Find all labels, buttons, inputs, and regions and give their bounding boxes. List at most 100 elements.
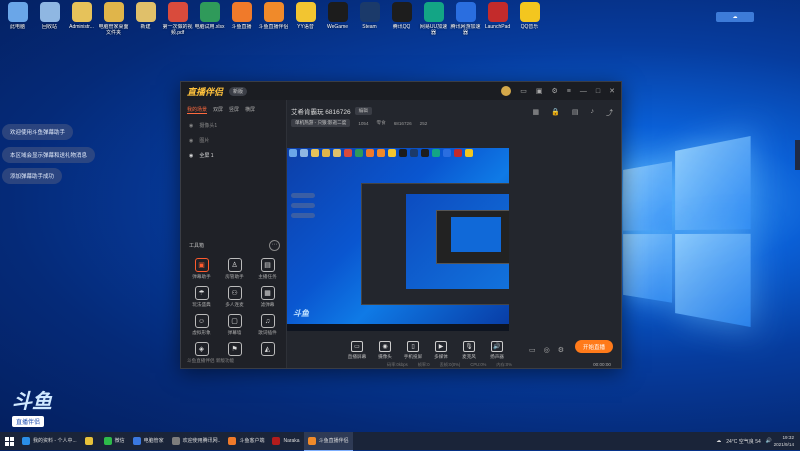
tool-item[interactable]: ☺ 虚拟形象	[185, 314, 218, 336]
settings-icon[interactable]: ⚙	[552, 87, 558, 95]
desktop-icon[interactable]: 电脑试用.xlsx	[194, 2, 225, 36]
desktop-icon[interactable]: 新建	[130, 2, 161, 36]
more-tools-icon[interactable]: ⋯	[269, 240, 280, 251]
minimize-icon[interactable]: —	[580, 88, 587, 95]
scene-tab[interactable]: 双屏	[213, 106, 223, 114]
control-button[interactable]: 🔊 扬声器	[483, 340, 511, 360]
source-item[interactable]: ◉ 摄像头1	[181, 118, 286, 133]
desktop-icon[interactable]: 回收站	[34, 2, 65, 36]
taskbar-item[interactable]	[81, 432, 100, 450]
chat-icon[interactable]: ▭	[520, 87, 527, 95]
control-button[interactable]: ▶ 多媒体	[427, 340, 455, 360]
clock[interactable]: 19:32 2021/9/14	[774, 434, 794, 448]
desktop-icon[interactable]: Administr...	[66, 2, 97, 36]
taskbar-item[interactable]: 斗鱼直播伴侣	[303, 431, 353, 451]
scene-tab[interactable]: 我的场景	[187, 106, 208, 114]
gift-icon[interactable]: ▣	[536, 87, 543, 95]
preview-bubble	[291, 193, 315, 198]
source-item[interactable]: ◉ 图片	[181, 133, 286, 148]
control-icon: 🎙	[463, 340, 475, 352]
tool-label: 弹幕墙	[227, 330, 242, 335]
source-item[interactable]: ◉ 全屏 1	[181, 148, 286, 163]
taskbar-item[interactable]: 我的资料 - 个人中...	[18, 432, 81, 450]
desktop-icon[interactable]: 此电脑	[2, 2, 33, 36]
gear-icon[interactable]: ⚙	[558, 346, 564, 354]
control-button[interactable]: ▯ 手机投屏	[399, 340, 427, 360]
nested-preview-window	[361, 183, 509, 305]
taskbar-item[interactable]: 欢迎使用腾讯网..	[168, 432, 225, 450]
share-icon[interactable]: ⤴	[606, 108, 613, 118]
tool-item[interactable]: ◈	[185, 342, 218, 358]
preview-desktop-icon	[333, 149, 341, 157]
maximize-icon[interactable]: □	[596, 88, 600, 95]
desktop-icon[interactable]: 第一次做的视频.pdf	[162, 2, 193, 36]
grid-icon[interactable]: ▦	[533, 108, 540, 118]
room-category[interactable]: 单机热游 - 只狼:影逝二度	[291, 119, 351, 127]
app-icon	[519, 2, 540, 22]
tool-item[interactable]: ♫ 歌词插件	[251, 314, 284, 336]
start-live-button[interactable]: 开始直播	[575, 340, 613, 353]
visibility-icon[interactable]: ◉	[189, 123, 193, 129]
tool-item[interactable]: ☂ 玩法盛典	[185, 286, 218, 308]
tool-item[interactable]: ▦ 滤弹幕	[251, 286, 284, 308]
desktop-icon[interactable]: 斗鱼直播伴侣	[258, 2, 289, 36]
desktop-icon[interactable]: WeGame	[322, 2, 353, 36]
tool-item[interactable]: ▢ 弹幕墙	[218, 314, 251, 336]
tool-item[interactable]: ◭	[251, 342, 284, 358]
taskbar-item[interactable]: 斗鱼客户端	[224, 432, 268, 450]
eye-icon[interactable]: ◎	[544, 346, 550, 354]
taskbar-item[interactable]: 电脑管家	[129, 432, 168, 450]
tool-item[interactable]: ⚑	[218, 342, 251, 358]
start-button[interactable]	[0, 432, 18, 450]
scene-tab[interactable]: 横屏	[245, 106, 255, 114]
tool-item[interactable]: ⚇ 多人连麦	[218, 286, 251, 308]
desktop-icon[interactable]: 电脑管家桌面文件夹	[98, 2, 129, 36]
taskbar-app-icon	[228, 436, 237, 445]
preview-bubble	[291, 213, 315, 218]
side-collapse-tab[interactable]	[795, 140, 800, 170]
tool-item[interactable]: ▤ 主播任务	[251, 258, 284, 280]
visibility-icon[interactable]: ◉	[189, 138, 193, 144]
close-icon[interactable]: ✕	[609, 87, 615, 95]
weather-icon[interactable]: ☁	[716, 438, 721, 444]
douyu-logo-tag: 直播伴侣	[12, 416, 45, 427]
visibility-icon[interactable]: ◉	[189, 153, 193, 159]
control-button[interactable]: ▭ 直播屏幕	[343, 340, 371, 360]
sidebar-footer-note[interactable]: 斗鱼直播伴侣 新版功能	[187, 358, 234, 364]
preview-desktop-icon	[432, 149, 440, 157]
bell-icon[interactable]: ♪	[591, 108, 595, 118]
record-icon[interactable]: ▭	[529, 346, 536, 354]
desktop-icon[interactable]: 网易UU加速器	[418, 2, 449, 36]
desktop-icon[interactable]: YY语音	[290, 2, 321, 36]
menu-icon[interactable]: ≡	[567, 88, 571, 95]
stream-preview[interactable]: 斗鱼	[287, 148, 509, 331]
tool-label: 虚拟形象	[192, 330, 211, 335]
taskbar-item[interactable]: 微信	[100, 432, 129, 450]
tool-item[interactable]: ▣ 弹幕助手	[185, 258, 218, 280]
lock-icon[interactable]: 🔒	[551, 108, 560, 118]
taskbar-item[interactable]: Naraka	[268, 432, 303, 450]
desktop-icon-label: LaunchPad	[484, 24, 511, 30]
tool-icon: ▣	[194, 258, 209, 272]
scene-tab[interactable]: 竖屏	[229, 106, 239, 114]
avatar[interactable]	[501, 86, 512, 96]
desktop-icon-label: 电脑管家桌面文件夹	[98, 24, 129, 36]
tool-icon: ☺	[194, 314, 209, 328]
desktop-icon[interactable]: Steam	[354, 2, 385, 36]
app-icon	[327, 2, 348, 22]
version-badge[interactable]: 新版	[229, 86, 248, 96]
status-metric: 码率:0kbps	[387, 362, 408, 367]
layers-icon[interactable]: ▤	[572, 108, 579, 118]
weather-text[interactable]: 24°C 空气良 54	[726, 438, 761, 445]
desktop-icon[interactable]: QQ音乐	[514, 2, 545, 36]
desktop-icon[interactable]: 斗鱼直播	[226, 2, 257, 36]
control-button[interactable]: 🎙 麦克风	[455, 340, 483, 360]
tool-item[interactable]: ♙ 房管助手	[218, 258, 251, 280]
desktop-icon[interactable]: 腾讯QQ	[386, 2, 417, 36]
edit-room-button[interactable]: 编辑	[354, 107, 372, 115]
cloud-sync-icon[interactable]: ☁	[716, 12, 754, 22]
desktop-icon[interactable]: LaunchPad	[482, 2, 513, 36]
control-button[interactable]: ◉ 摄像头	[371, 340, 399, 360]
volume-icon[interactable]: 🔊	[766, 438, 772, 444]
desktop-icon[interactable]: 腾讯网游加速器	[450, 2, 481, 36]
